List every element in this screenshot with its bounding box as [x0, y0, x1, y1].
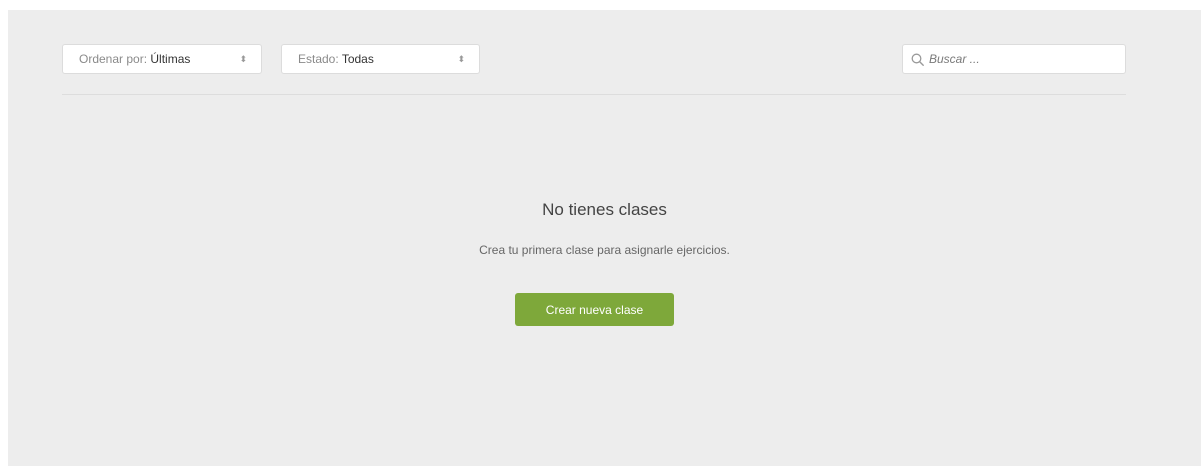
- search-box[interactable]: [902, 44, 1126, 74]
- create-class-button[interactable]: Crear nueva clase: [515, 293, 674, 326]
- search-input[interactable]: [929, 45, 1119, 73]
- sort-arrows-icon: ⬍: [239, 54, 247, 64]
- sort-arrows-icon: ⬍: [457, 54, 465, 64]
- search-icon: [911, 53, 924, 66]
- status-select[interactable]: Estado: Todas ⬍: [281, 44, 480, 74]
- empty-state-subtitle: Crea tu primera clase para asignarle eje…: [479, 243, 730, 257]
- status-select-label: Estado:: [298, 52, 339, 66]
- sort-select-label: Ordenar por:: [79, 52, 148, 66]
- empty-state-title: No tienes clases: [542, 200, 667, 219]
- sort-select[interactable]: Ordenar por: Últimas ⬍: [62, 44, 262, 74]
- status-select-value: Todas: [341, 52, 374, 66]
- sort-select-value: Últimas: [150, 52, 191, 66]
- divider: [62, 94, 1126, 95]
- classes-panel: Ordenar por: Últimas ⬍ Estado: Todas ⬍ N…: [8, 10, 1201, 466]
